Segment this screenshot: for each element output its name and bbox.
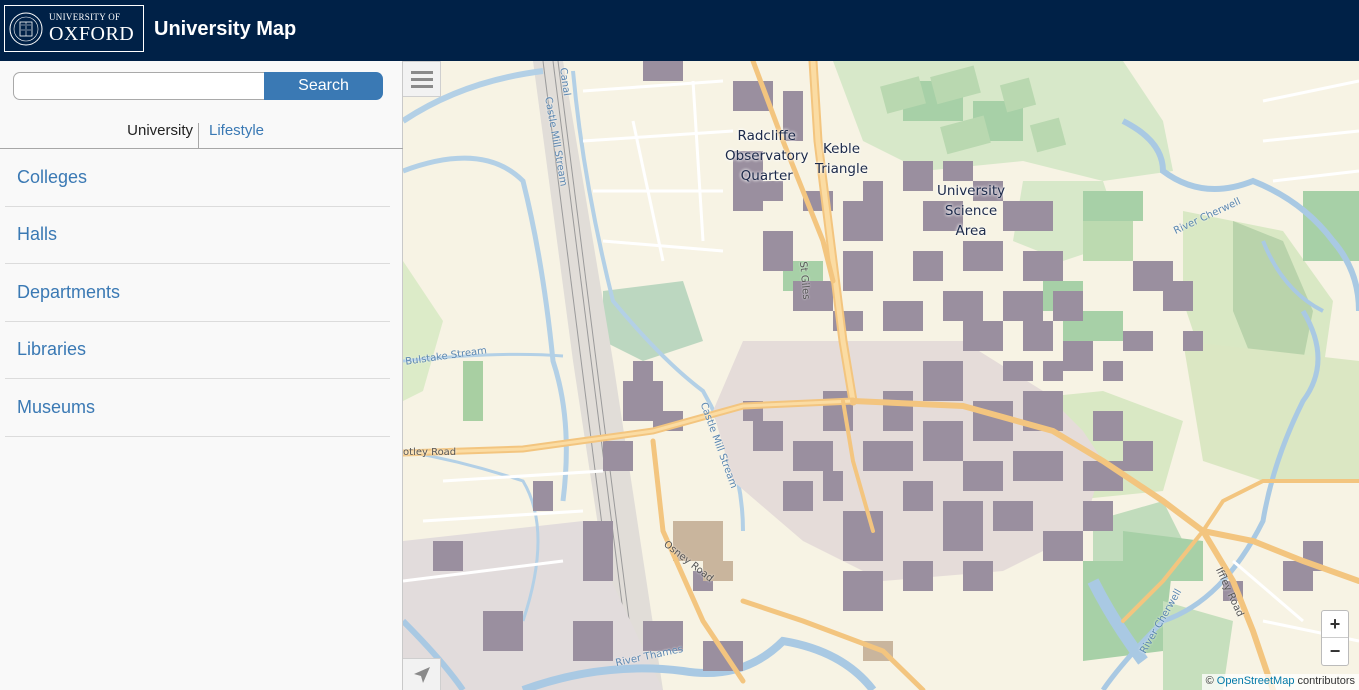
locate-arrow-icon <box>413 666 430 683</box>
locate-button[interactable] <box>403 658 441 690</box>
category-tabs: University Lifestyle <box>0 117 403 149</box>
openstreetmap-link[interactable]: OpenStreetMap <box>1217 675 1295 687</box>
logo-top-text: UNIVERSITY OF <box>49 12 121 22</box>
app-title: University Map <box>154 18 297 40</box>
category-halls[interactable]: Halls <box>5 207 390 264</box>
top-header: UNIVERSITY OF OXFORD University Map <box>0 0 1359 61</box>
label-keble-triangle: Keble Triangle <box>815 141 869 177</box>
map-menu-button[interactable] <box>403 61 441 97</box>
zoom-out-button[interactable]: − <box>1322 638 1348 665</box>
category-libraries[interactable]: Libraries <box>5 322 390 379</box>
category-museums[interactable]: Museums <box>5 379 390 437</box>
search-button[interactable]: Search <box>264 72 383 100</box>
zoom-control: + − <box>1321 610 1349 666</box>
search-input[interactable] <box>13 72 265 100</box>
map-tiles <box>403 61 1359 690</box>
label-radcliffe-observatory: Radcliffe Observatory Quarter <box>725 128 809 184</box>
category-colleges[interactable]: Colleges <box>5 149 390 207</box>
label-science-area: University Science Area <box>937 183 1006 239</box>
sidebar: Search University Lifestyle Colleges Hal… <box>0 61 403 690</box>
zoom-in-button[interactable]: + <box>1322 611 1348 638</box>
map-attribution: © OpenStreetMap contributors <box>1201 674 1359 690</box>
tab-university[interactable]: University <box>127 123 193 149</box>
category-list: Colleges Halls Departments Libraries Mus… <box>5 149 390 437</box>
logo-main-text: OXFORD <box>49 23 135 45</box>
label-botley-road: otley Road <box>403 447 457 458</box>
tab-lifestyle[interactable]: Lifestyle <box>198 123 264 149</box>
oxford-logo[interactable]: UNIVERSITY OF OXFORD <box>4 5 144 52</box>
menu-icon <box>410 70 433 74</box>
category-departments[interactable]: Departments <box>5 264 390 322</box>
university-crest-icon <box>9 12 43 45</box>
map-view[interactable]: Radcliffe Observatory Quarter Keble Tria… <box>403 61 1359 690</box>
